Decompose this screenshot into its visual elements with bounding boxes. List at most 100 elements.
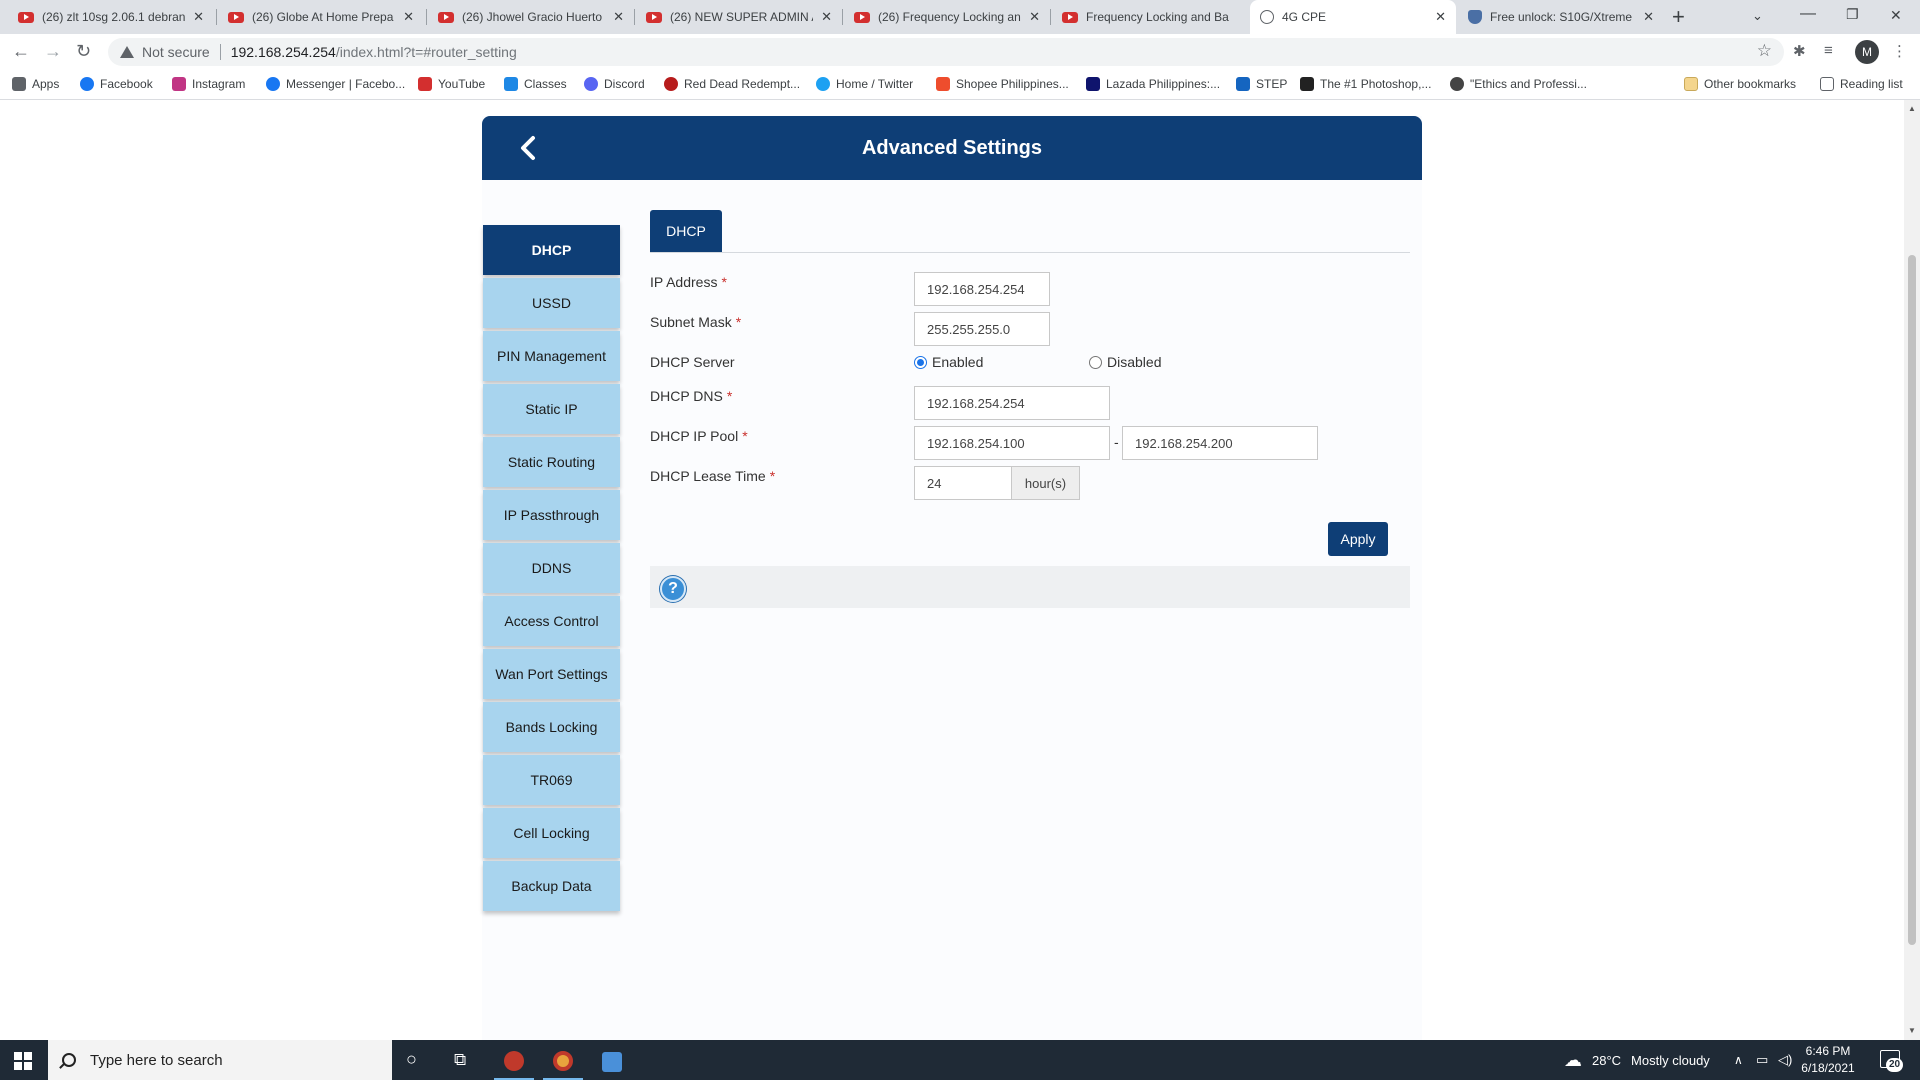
close-icon[interactable]: ✕ bbox=[821, 9, 832, 25]
tab-divider bbox=[650, 252, 1410, 253]
scroll-up-icon[interactable]: ▲ bbox=[1908, 104, 1916, 113]
browser-tab[interactable]: (26) zlt 10sg 2.06.1 debran ✕ bbox=[8, 0, 214, 34]
reading-list[interactable]: Reading list bbox=[1820, 77, 1903, 91]
task-view-icon[interactable]: ⧉ bbox=[454, 1050, 466, 1070]
sidebar-item-bands-locking[interactable]: Bands Locking bbox=[483, 702, 620, 752]
windows-taskbar: Type here to search ○ ⧉ ☁ 28°C Mostly cl… bbox=[0, 1040, 1920, 1080]
tab-dhcp[interactable]: DHCP bbox=[650, 210, 722, 252]
bookmark-shopee[interactable]: Shopee Philippines... bbox=[936, 77, 1069, 91]
close-icon[interactable]: ✕ bbox=[1643, 9, 1654, 25]
page-scrollbar[interactable]: ▲ ▼ bbox=[1904, 100, 1920, 1040]
reading-list-icon[interactable]: ≡ bbox=[1824, 42, 1833, 59]
forward-arrow-icon[interactable]: → bbox=[44, 41, 62, 62]
browser-tab[interactable]: (26) Frequency Locking an ✕ bbox=[844, 0, 1050, 34]
sidebar-item-static-routing[interactable]: Static Routing bbox=[483, 437, 620, 487]
subnet-mask-input[interactable] bbox=[914, 312, 1050, 346]
extensions-icon[interactable]: ✱ bbox=[1793, 42, 1806, 60]
restore-button[interactable]: ❐ bbox=[1846, 6, 1859, 23]
bookmark-twitter[interactable]: Home / Twitter bbox=[816, 77, 913, 91]
dhcp-lease-time-label-text: DHCP Lease Time bbox=[650, 468, 766, 484]
back-arrow-icon[interactable]: ← bbox=[12, 41, 30, 62]
shopee-icon bbox=[936, 77, 950, 91]
close-icon[interactable]: ✕ bbox=[193, 9, 204, 25]
apply-button[interactable]: Apply bbox=[1328, 522, 1388, 556]
close-icon[interactable]: ✕ bbox=[1029, 9, 1040, 25]
taskbar-app-game[interactable] bbox=[494, 1044, 534, 1080]
bookmark-photoshop[interactable]: The #1 Photoshop,... bbox=[1300, 77, 1431, 91]
bookmark-red-dead[interactable]: Red Dead Redempt... bbox=[664, 77, 800, 91]
browser-tab-active[interactable]: 4G CPE ✕ bbox=[1250, 0, 1456, 34]
scroll-down-icon[interactable]: ▼ bbox=[1908, 1026, 1916, 1035]
star-icon[interactable]: ☆ bbox=[1757, 41, 1772, 61]
dhcp-pool-end-input[interactable] bbox=[1122, 426, 1318, 460]
browser-tab[interactable]: Frequency Locking and Ba bbox=[1052, 0, 1252, 34]
bookmark-label: Lazada Philippines:... bbox=[1106, 77, 1221, 91]
bookmark-lazada[interactable]: Lazada Philippines:... bbox=[1086, 77, 1220, 91]
sidebar-item-tr069[interactable]: TR069 bbox=[483, 755, 620, 805]
browser-tab[interactable]: Free unlock: S10G/Xtreme ✕ bbox=[1458, 0, 1664, 34]
dhcp-pool-start-input[interactable] bbox=[914, 426, 1110, 460]
dhcp-lease-time-input[interactable] bbox=[914, 466, 1012, 500]
new-tab-button[interactable]: + bbox=[1672, 4, 1685, 30]
bookmark-ethics[interactable]: "Ethics and Professi... bbox=[1450, 77, 1587, 91]
scroll-thumb[interactable] bbox=[1908, 255, 1916, 945]
sidebar-item-static-ip[interactable]: Static IP bbox=[483, 384, 620, 434]
dhcp-dns-input[interactable] bbox=[914, 386, 1110, 420]
windows-start-icon[interactable] bbox=[14, 1052, 32, 1070]
close-window-button[interactable]: ✕ bbox=[1890, 7, 1902, 24]
sidebar-item-ussd[interactable]: USSD bbox=[483, 278, 620, 328]
help-question-icon[interactable]: ? bbox=[660, 576, 686, 602]
sidebar-item-ddns[interactable]: DDNS bbox=[483, 543, 620, 593]
tab-separator bbox=[216, 9, 217, 25]
sidebar-item-pin-management[interactable]: PIN Management bbox=[483, 331, 620, 381]
bookmark-label: Apps bbox=[32, 77, 60, 91]
volume-icon[interactable]: ◁) bbox=[1778, 1040, 1792, 1080]
bookmark-classes[interactable]: Classes bbox=[504, 77, 567, 91]
profile-avatar[interactable]: M bbox=[1855, 40, 1879, 64]
dhcp-server-enabled-radio[interactable]: Enabled bbox=[914, 354, 983, 370]
cortana-icon[interactable]: ○ bbox=[406, 1049, 417, 1070]
dhcp-server-disabled-radio[interactable]: Disabled bbox=[1089, 354, 1161, 370]
tab-separator bbox=[842, 9, 843, 25]
bookmark-facebook[interactable]: Facebook bbox=[80, 77, 153, 91]
browser-tab[interactable]: (26) Jhowel Gracio Huerto ✕ bbox=[428, 0, 634, 34]
address-bar[interactable]: Not secure 192.168.254.254 /index.html?t… bbox=[108, 38, 1784, 66]
taskbar-app-editor[interactable] bbox=[592, 1044, 632, 1080]
bookmark-youtube[interactable]: YouTube bbox=[418, 77, 485, 91]
ip-address-input[interactable] bbox=[914, 272, 1050, 306]
radio-unchecked-icon bbox=[1089, 355, 1102, 369]
reload-icon[interactable]: ↻ bbox=[76, 41, 91, 62]
taskbar-clock[interactable]: 6:46 PM 6/18/2021 bbox=[1792, 1043, 1864, 1077]
taskbar-search-box[interactable]: Type here to search bbox=[48, 1040, 392, 1080]
sidebar-item-wan-port-settings[interactable]: Wan Port Settings bbox=[483, 649, 620, 699]
tray-overflow-icon[interactable]: ∧ bbox=[1734, 1040, 1743, 1080]
sidebar-item-access-control[interactable]: Access Control bbox=[483, 596, 620, 646]
close-icon[interactable]: ✕ bbox=[613, 9, 624, 25]
menu-icon[interactable]: ⋮ bbox=[1892, 42, 1907, 60]
network-icon[interactable]: ▭ bbox=[1756, 1040, 1768, 1080]
sidebar-item-backup-data[interactable]: Backup Data bbox=[483, 861, 620, 911]
close-icon[interactable]: ✕ bbox=[403, 9, 414, 25]
lease-unit-addon: hour(s) bbox=[1011, 466, 1080, 500]
weather-widget[interactable]: ☁ 28°C Mostly cloudy bbox=[1564, 1040, 1710, 1080]
other-bookmarks[interactable]: Other bookmarks bbox=[1684, 77, 1796, 91]
close-icon[interactable]: ✕ bbox=[1435, 9, 1446, 25]
tab-search-icon[interactable]: ⌄ bbox=[1752, 8, 1763, 24]
sidebar-item-ip-passthrough[interactable]: IP Passthrough bbox=[483, 490, 620, 540]
sidebar-item-dhcp[interactable]: DHCP bbox=[483, 225, 620, 275]
bookmark-discord[interactable]: Discord bbox=[584, 77, 645, 91]
ip-address-label: IP Address * bbox=[650, 274, 727, 290]
bookmark-instagram[interactable]: Instagram bbox=[172, 77, 245, 91]
enabled-label: Enabled bbox=[932, 354, 984, 370]
sidebar-item-cell-locking[interactable]: Cell Locking bbox=[483, 808, 620, 858]
security-label[interactable]: Not secure bbox=[142, 44, 210, 60]
youtube-icon bbox=[854, 11, 870, 23]
minimize-button[interactable]: — bbox=[1800, 5, 1816, 23]
taskbar-app-chrome[interactable] bbox=[543, 1044, 583, 1080]
lazada-icon bbox=[1086, 77, 1100, 91]
bookmark-step[interactable]: STEP bbox=[1236, 77, 1287, 91]
bookmark-apps[interactable]: Apps bbox=[12, 77, 59, 91]
browser-tab[interactable]: (26) NEW SUPER ADMIN A ✕ bbox=[636, 0, 842, 34]
browser-tab[interactable]: (26) Globe At Home Prepa ✕ bbox=[218, 0, 424, 34]
bookmark-messenger[interactable]: Messenger | Facebo... bbox=[266, 77, 405, 91]
